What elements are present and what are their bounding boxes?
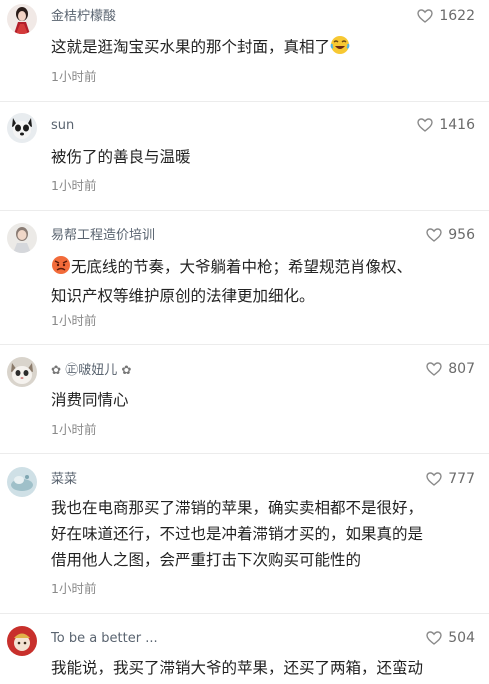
laughing-tears-emoji-icon — [330, 35, 350, 63]
comment-text: 这就是逛淘宝买水果的那个封面，真相了 — [51, 34, 471, 63]
comment-time: 1小时前 — [51, 178, 97, 193]
like-button[interactable]: 956 — [426, 226, 475, 244]
avatar[interactable] — [7, 357, 37, 387]
like-count: 1622 — [439, 8, 475, 24]
like-button[interactable]: 504 — [426, 629, 475, 647]
divider — [0, 453, 489, 454]
comment-text: 无底线的节奏，大爷躺着中枪；希望规范肖像权、 知识产权等维护原创的法律更加细化。 — [51, 254, 471, 309]
like-button[interactable]: 807 — [426, 360, 475, 378]
like-count: 777 — [448, 471, 475, 487]
heart-outline-icon — [426, 631, 442, 645]
divider — [0, 344, 489, 345]
comment-time: 1小时前 — [51, 422, 97, 437]
avatar[interactable] — [7, 113, 37, 143]
avatar[interactable] — [7, 4, 37, 34]
username[interactable]: sun — [51, 118, 74, 134]
heart-outline-icon — [417, 118, 434, 132]
comment-time: 1小时前 — [51, 581, 97, 596]
avatar[interactable] — [7, 223, 37, 253]
username[interactable]: 菜菜 — [51, 472, 77, 488]
heart-outline-icon — [426, 472, 442, 486]
divider — [0, 101, 489, 102]
heart-outline-icon — [426, 362, 442, 376]
username[interactable]: 易帮工程造价培训 — [51, 228, 155, 244]
like-count: 1416 — [439, 117, 475, 133]
comment-text: 我也在电商那买了滞销的苹果，确实卖相都不是很好， 好在味道还行，不过也是冲着滞销… — [51, 499, 424, 569]
like-count: 956 — [448, 227, 475, 243]
divider — [0, 613, 489, 614]
heart-outline-icon — [417, 9, 434, 23]
heart-outline-icon — [426, 228, 442, 242]
avatar[interactable] — [7, 467, 37, 497]
username[interactable]: ✿ ㊣啵妞儿 ✿ — [51, 362, 131, 379]
avatar[interactable] — [7, 626, 37, 656]
comment-text: 我能说，我买了滞销大爷的苹果，还买了两箱，还蛮动 — [51, 659, 424, 677]
like-count: 807 — [448, 361, 475, 377]
angry-face-emoji-icon — [51, 255, 71, 283]
like-button[interactable]: 777 — [426, 470, 475, 488]
comment-time: 1小时前 — [51, 69, 97, 84]
comment-time: 1小时前 — [51, 313, 97, 328]
divider — [0, 210, 489, 211]
like-count: 504 — [448, 630, 475, 646]
username[interactable]: To be a better ... — [51, 631, 158, 647]
comment-text: 消费同情心 — [51, 391, 129, 409]
username[interactable]: 金桔柠檬酸 — [51, 9, 116, 25]
like-button[interactable]: 1416 — [417, 116, 475, 134]
comment-text: 被伤了的善良与温暖 — [51, 148, 191, 166]
like-button[interactable]: 1622 — [417, 7, 475, 25]
